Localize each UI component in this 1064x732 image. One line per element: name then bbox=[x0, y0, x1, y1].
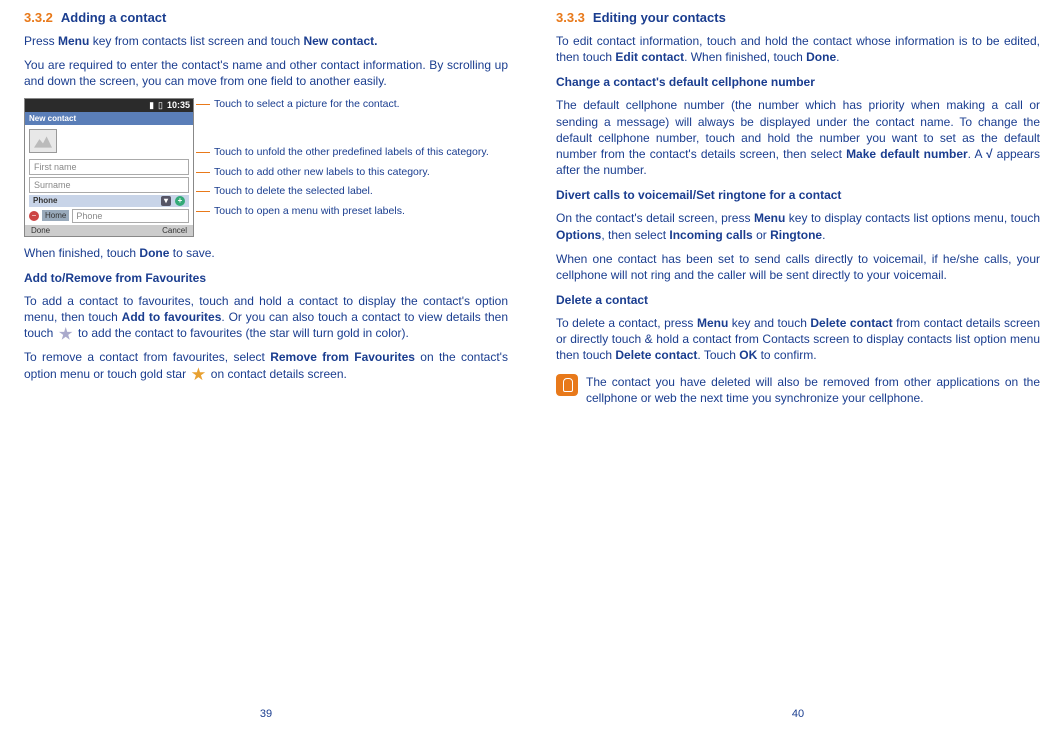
surname-field[interactable]: Surname bbox=[29, 177, 189, 193]
contact-picture-placeholder[interactable] bbox=[29, 129, 57, 153]
status-bar: ▮ ▯ 10:35 bbox=[25, 99, 193, 112]
paragraph: The default cellphone number (the number… bbox=[556, 97, 1040, 178]
annotation: Touch to unfold the other predefined lab… bbox=[202, 146, 489, 159]
subheading: Divert calls to voicemail/Set ringtone f… bbox=[556, 188, 1040, 202]
page-right: 3.3.3 Editing your contacts To edit cont… bbox=[532, 0, 1064, 732]
subheading: Change a contact's default cellphone num… bbox=[556, 75, 1040, 89]
annotation: Touch to open a menu with preset labels. bbox=[202, 205, 489, 218]
phone-screenshot: ▮ ▯ 10:35 New contact First name Surname P… bbox=[24, 98, 194, 237]
page-number: 39 bbox=[24, 708, 508, 720]
page-number: 40 bbox=[556, 708, 1040, 720]
paragraph: To remove a contact from favourites, sel… bbox=[24, 349, 508, 381]
cancel-button[interactable]: Cancel bbox=[162, 226, 187, 235]
bottom-bar: Done Cancel bbox=[25, 225, 193, 236]
paragraph: To add a contact to favourites, touch an… bbox=[24, 293, 508, 342]
first-name-field[interactable]: First name bbox=[29, 159, 189, 175]
battery-icon: ▯ bbox=[158, 100, 163, 111]
chevron-down-icon[interactable]: ▾ bbox=[161, 196, 171, 206]
clock: 10:35 bbox=[167, 100, 190, 111]
signal-icon: ▮ bbox=[149, 100, 154, 111]
star-icon bbox=[59, 327, 73, 341]
section-heading: 3.3.2 Adding a contact bbox=[24, 10, 508, 25]
subheading: Add to/Remove from Favourites bbox=[24, 271, 508, 285]
section-number: 3.3.2 bbox=[24, 10, 53, 25]
plus-icon[interactable]: + bbox=[175, 196, 185, 206]
paragraph: Press Menu key from contacts list screen… bbox=[24, 33, 508, 49]
paragraph: On the contact's detail screen, press Me… bbox=[556, 210, 1040, 242]
section-heading: 3.3.3 Editing your contacts bbox=[556, 10, 1040, 25]
check-icon: √ bbox=[986, 147, 993, 161]
gold-star-icon bbox=[191, 367, 205, 381]
lightbulb-icon bbox=[556, 374, 578, 396]
done-button[interactable]: Done bbox=[31, 226, 50, 235]
screen-title: New contact bbox=[25, 112, 193, 125]
section-title: Adding a contact bbox=[61, 10, 166, 25]
paragraph: You are required to enter the contact's … bbox=[24, 57, 508, 89]
phone-input[interactable]: Phone bbox=[72, 209, 189, 223]
preset-label[interactable]: Home bbox=[42, 210, 69, 221]
paragraph: To edit contact information, touch and h… bbox=[556, 33, 1040, 65]
annotation: Touch to select a picture for the contac… bbox=[202, 98, 489, 111]
subheading: Delete a contact bbox=[556, 293, 1040, 307]
tip-block: The contact you have deleted will also b… bbox=[556, 374, 1040, 406]
paragraph: To delete a contact, press Menu key and … bbox=[556, 315, 1040, 364]
screenshot-with-annotations: ▮ ▯ 10:35 New contact First name Surname P… bbox=[24, 98, 508, 237]
annotations: Touch to select a picture for the contac… bbox=[202, 98, 489, 225]
section-number: 3.3.3 bbox=[556, 10, 585, 25]
annotation: Touch to delete the selected label. bbox=[202, 185, 489, 198]
minus-icon[interactable]: − bbox=[29, 211, 39, 221]
annotation: Touch to add other new labels to this ca… bbox=[202, 166, 489, 179]
page-left: 3.3.2 Adding a contact Press Menu key fr… bbox=[0, 0, 532, 732]
paragraph: When finished, touch Done to save. bbox=[24, 245, 508, 261]
tip-text: The contact you have deleted will also b… bbox=[586, 374, 1040, 406]
section-title: Editing your contacts bbox=[593, 10, 726, 25]
paragraph: When one contact has been set to send ca… bbox=[556, 251, 1040, 283]
phone-category-label[interactable]: Phone▾+ bbox=[29, 195, 189, 207]
phone-row: − Home Phone bbox=[29, 209, 189, 223]
